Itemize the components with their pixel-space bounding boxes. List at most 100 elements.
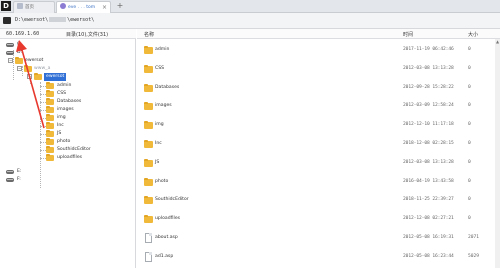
collapse-toggle-icon[interactable]: − xyxy=(8,58,13,63)
tree-item-images[interactable]: images xyxy=(46,106,126,114)
tree-label: ewersot xyxy=(25,58,44,63)
tree-item-uploadfiles[interactable]: uploadfiles xyxy=(46,154,126,162)
tree-item-img[interactable]: img xyxy=(46,114,126,122)
folder-icon xyxy=(144,196,153,205)
server-ip: 60.169.1.60 xyxy=(6,31,40,37)
tree-item-drive-d[interactable]: D: xyxy=(6,49,66,57)
file-time: 2012-12-08 02:27:21 xyxy=(403,216,454,222)
file-size: 0 xyxy=(468,84,471,90)
scroll-up-icon[interactable]: ▲ xyxy=(495,39,500,44)
directory-tree-panel: 60.169.1.60 目录(10),文件(31) C: D: − ewerso… xyxy=(0,29,136,268)
file-name[interactable]: CSS xyxy=(155,66,164,71)
file-time: 2018-11-25 22:39:27 xyxy=(403,197,454,203)
column-size[interactable]: 大小 xyxy=(468,31,478,38)
tab-label: eve . . . tom xyxy=(68,5,96,10)
collapse-toggle-icon[interactable]: − xyxy=(27,74,32,79)
file-name[interactable]: Inc xyxy=(155,141,162,146)
tree-item-databases[interactable]: Databases xyxy=(46,98,126,106)
file-name[interactable]: admin xyxy=(155,47,169,52)
app-logo[interactable]: D xyxy=(1,1,11,11)
file-time: 2012-03-08 13:13:28 xyxy=(403,65,454,71)
tab-file-manager[interactable]: eve . . . tom × xyxy=(56,1,111,13)
tree-label: www_a xyxy=(34,66,51,71)
new-tab-button[interactable]: + xyxy=(116,0,124,12)
tree-label: uploadfiles xyxy=(57,155,83,160)
folder-icon xyxy=(144,215,153,224)
file-name[interactable]: images xyxy=(155,103,172,108)
tree-item-drive-c[interactable]: C: xyxy=(6,41,66,49)
tree-item-photo[interactable]: photo xyxy=(46,138,126,146)
item-count: 目录(10),文件(31) xyxy=(66,32,109,38)
folder-icon xyxy=(46,154,54,161)
file-icon xyxy=(145,251,152,262)
folder-icon xyxy=(46,106,54,113)
column-time[interactable]: 时间 xyxy=(403,31,413,38)
file-time: 2012-09-28 15:28:22 xyxy=(403,84,454,90)
file-size: 0 xyxy=(468,197,471,203)
tree-item-inc[interactable]: Inc xyxy=(46,122,126,130)
path-field[interactable]: D:\ewersot\ \ewersot\ xyxy=(15,16,94,25)
tree-item-drive-f[interactable]: F: xyxy=(6,176,66,184)
file-time: 2018-12-08 02:28:15 xyxy=(403,141,454,146)
address-bar: D:\ewersot\ \ewersot\ xyxy=(0,13,500,29)
folder-icon xyxy=(144,158,153,167)
file-name[interactable]: Databases xyxy=(155,85,179,90)
tree-label: SouthidcEditor xyxy=(57,147,91,152)
tree-label: admin xyxy=(57,83,72,88)
tree-item-js[interactable]: JS xyxy=(46,130,126,138)
tree-item-ewersot[interactable]: − ewersot xyxy=(8,57,88,65)
file-time: 2012-12-10 11:17:18 xyxy=(403,122,454,128)
folder-icon xyxy=(46,82,54,89)
file-time: 2016-04-19 13:43:58 xyxy=(403,178,454,184)
folder-open-icon xyxy=(34,73,42,80)
file-row[interactable]: ad1.asp 2012-05-08 16:23:44 5029 xyxy=(137,246,500,268)
close-tab-icon[interactable]: × xyxy=(102,2,107,13)
file-size: 0 xyxy=(468,47,471,52)
drive-icon xyxy=(6,51,14,55)
tree-label: img xyxy=(57,115,66,120)
tree-item-drive-e[interactable]: E: xyxy=(6,168,66,176)
folder-icon xyxy=(24,65,32,72)
file-size: 0 xyxy=(468,103,471,109)
tree-item-southidceditor[interactable]: SouthidcEditor xyxy=(46,146,126,154)
file-size: 2071 xyxy=(468,235,480,240)
drive-icon xyxy=(6,43,14,47)
file-name[interactable]: about.asp xyxy=(155,235,178,240)
path-suffix: \ewersot\ xyxy=(67,17,95,23)
tree-item-css[interactable]: CSS xyxy=(46,90,126,98)
file-name[interactable]: SouthidcEditor xyxy=(155,197,189,202)
tree-item-www[interactable]: − www_a xyxy=(17,65,97,73)
file-size: 0 xyxy=(468,216,471,222)
file-name[interactable]: img xyxy=(155,122,164,127)
folder-icon xyxy=(15,57,23,64)
tree-header: 60.169.1.60 目录(10),文件(31) xyxy=(0,29,136,39)
tree-item-admin[interactable]: admin xyxy=(46,82,126,90)
tree-item-ewersot-selected[interactable]: − ewersot xyxy=(27,73,107,81)
folder-icon xyxy=(144,177,153,186)
file-time: 2012-05-08 16:19:31 xyxy=(403,235,454,240)
folder-icon xyxy=(46,90,54,97)
file-name[interactable]: ad1.asp xyxy=(155,254,173,259)
folder-icon xyxy=(46,122,54,129)
column-name[interactable]: 名称 xyxy=(144,31,154,38)
tree-label: Inc xyxy=(57,123,64,128)
tab-label: 首页 xyxy=(25,5,34,10)
file-time: 2012-03-09 12:58:24 xyxy=(403,103,454,109)
tree-label: ewersot xyxy=(44,73,67,81)
file-name[interactable]: photo xyxy=(155,179,168,184)
file-icon xyxy=(145,233,152,243)
folder-icon xyxy=(46,130,54,137)
tree-label: JS xyxy=(57,131,62,136)
file-time: 2012-03-08 13:13:28 xyxy=(403,159,454,165)
drive-icon xyxy=(6,170,14,174)
file-time: 2012-05-08 16:23:44 xyxy=(403,253,454,259)
collapse-toggle-icon[interactable]: − xyxy=(17,66,22,71)
tab-home[interactable]: 首页 xyxy=(13,1,55,13)
file-name[interactable]: JS xyxy=(155,160,159,165)
scrollbar[interactable]: ▲ xyxy=(495,39,500,268)
folder-icon xyxy=(46,98,54,105)
file-size: 0 xyxy=(468,122,471,128)
file-name[interactable]: uploadfiles xyxy=(155,216,180,221)
file-size: 0 xyxy=(468,159,471,165)
site-favicon-icon xyxy=(60,3,66,9)
